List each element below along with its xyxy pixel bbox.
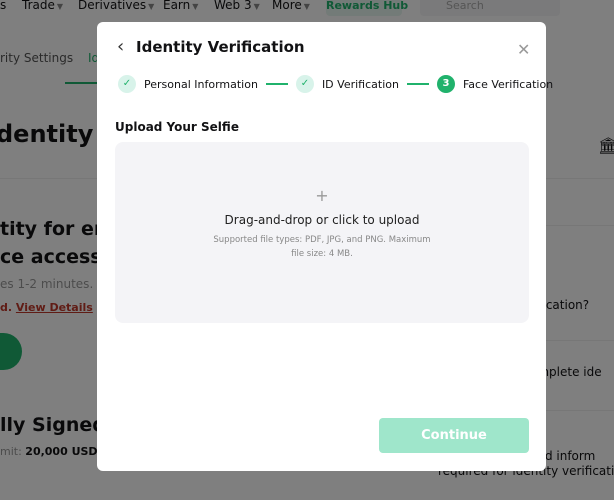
upload-title: Drag-and-drop or click to upload	[224, 213, 420, 227]
step-number: 3	[436, 75, 455, 93]
check-icon: ✓	[295, 75, 314, 93]
upload-hint: Supported file types: PDF, JPG, and PNG.…	[213, 235, 431, 259]
section-title: Upload Your Selfie	[115, 120, 239, 134]
modal-title: Identity Verification	[136, 38, 305, 56]
step-connector	[406, 83, 429, 85]
selfie-upload-dropzone[interactable]: + Drag-and-drop or click to upload Suppo…	[115, 142, 529, 323]
step-label: ID Verification	[321, 77, 399, 91]
close-icon[interactable]: ✕	[517, 40, 530, 59]
identity-verification-modal: ‹ Identity Verification ✕ ✓ Personal Inf…	[97, 22, 553, 471]
stepper: ✓ Personal Information ✓ ID Verification…	[118, 75, 553, 93]
step-label: Personal Information	[144, 77, 258, 91]
step-connector	[265, 83, 288, 85]
check-icon: ✓	[118, 75, 136, 93]
back-chevron-icon[interactable]: ‹	[117, 36, 124, 57]
continue-button[interactable]: Continue	[379, 418, 529, 453]
step-label: Face Verification	[462, 77, 554, 91]
plus-icon: +	[315, 186, 329, 205]
